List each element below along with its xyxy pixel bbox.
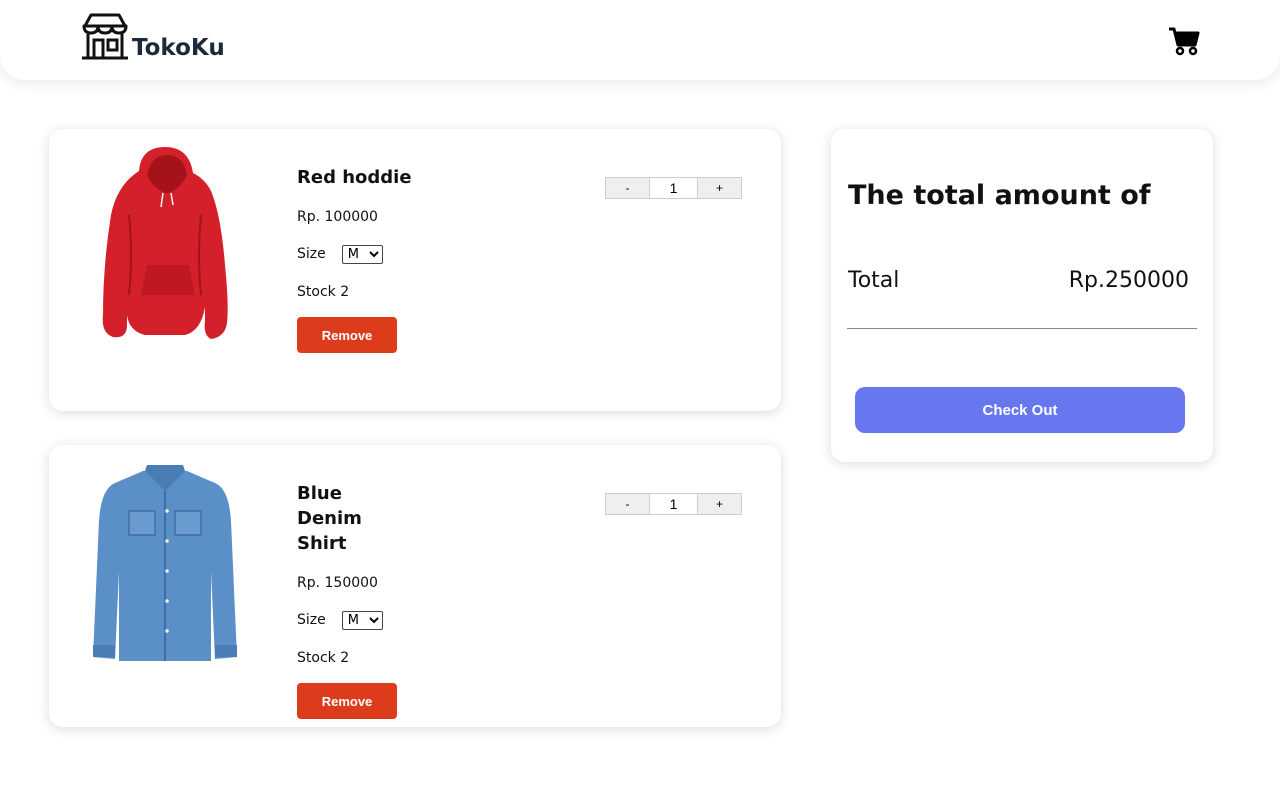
summary-divider (847, 328, 1197, 329)
quantity-input[interactable] (650, 177, 697, 199)
denim-shirt-image[interactable] (89, 461, 241, 661)
cart-button[interactable] (1168, 26, 1200, 56)
increase-quantity-button[interactable]: + (697, 493, 742, 515)
quantity-stepper: - + (605, 177, 742, 199)
size-row: Size M (297, 610, 387, 630)
remove-button[interactable]: Remove (297, 317, 397, 353)
checkout-button[interactable]: Check Out (855, 387, 1185, 433)
size-select[interactable]: M (341, 244, 383, 264)
item-price: Rp. 150000 (297, 575, 378, 591)
size-label: Size (297, 246, 326, 262)
quantity-input[interactable] (650, 493, 697, 515)
summary-title: The total amount of (848, 180, 1151, 211)
shopping-cart-icon (1169, 27, 1200, 56)
item-name: Blue Denim Shirt (297, 483, 362, 554)
navbar: TokoKu (0, 0, 1280, 80)
item-name: Red hoddie (297, 167, 412, 188)
total-row: Total Rp.250000 (848, 267, 1189, 295)
item-info: Blue Denim Shirt Rp. 150000 Size M Stock… (297, 481, 397, 719)
store-icon (82, 13, 128, 60)
total-value: Rp.250000 (1068, 268, 1189, 293)
brand-name: TokoKu (132, 35, 225, 61)
increase-quantity-button[interactable]: + (697, 177, 742, 199)
quantity-stepper: - + (605, 493, 742, 515)
red-hoodie-image[interactable] (89, 145, 241, 345)
cart-item-card: Blue Denim Shirt Rp. 150000 Size M Stock… (49, 445, 781, 727)
item-price: Rp. 100000 (297, 209, 378, 225)
cart-item-card: Red hoddie Rp. 100000 Size M Stock 2 Rem… (49, 129, 781, 411)
size-select[interactable]: M (341, 610, 383, 630)
order-summary-card: The total amount of Total Rp.250000 Chec… (831, 129, 1213, 462)
remove-button[interactable]: Remove (297, 683, 397, 719)
item-info: Red hoddie Rp. 100000 Size M Stock 2 Rem… (297, 165, 427, 353)
size-row: Size M (297, 244, 427, 264)
item-stock: Stock 2 (297, 284, 350, 300)
decrease-quantity-button[interactable]: - (605, 493, 650, 515)
decrease-quantity-button[interactable]: - (605, 177, 650, 199)
total-label: Total (848, 268, 900, 293)
size-label: Size (297, 612, 326, 628)
brand-logo[interactable]: TokoKu (80, 12, 225, 60)
item-stock: Stock 2 (297, 650, 350, 666)
